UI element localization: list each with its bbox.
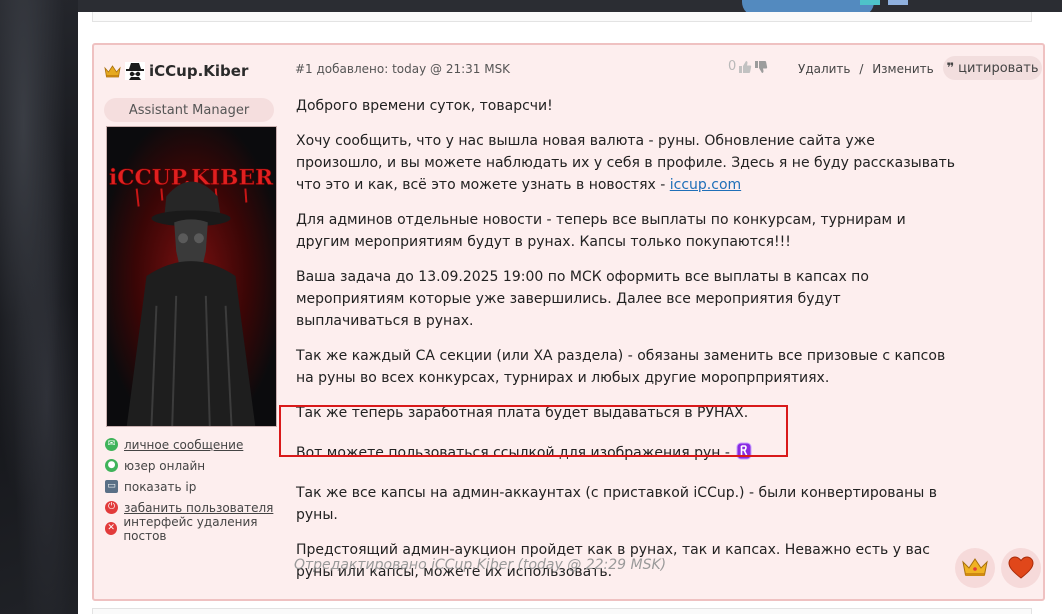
author-name[interactable]: iCCup.Kiber: [149, 62, 248, 80]
paragraph: Так же все капсы на админ-аккаунтах (с п…: [296, 485, 938, 523]
post-admin-links: Удалить / Изменить: [798, 62, 934, 76]
spy-icon: [125, 62, 145, 80]
delete-posts-interface-link[interactable]: ✕ интерфейс удаления постов: [105, 515, 295, 543]
previous-post: [92, 12, 1032, 22]
show-ip-link[interactable]: ▭ показать ip: [105, 476, 295, 497]
thumbs-down-icon[interactable]: [754, 60, 768, 74]
top-navbar: [78, 0, 1062, 12]
paragraph: Так же каждый СА секции (или ХА раздела)…: [296, 348, 946, 386]
next-post: [92, 608, 1032, 614]
reaction-heart-button[interactable]: [1001, 548, 1041, 588]
paragraph: Хочу сообщить, что у нас вышла новая вал…: [296, 133, 955, 193]
heart-icon: [1008, 556, 1034, 579]
delete-link[interactable]: Удалить: [798, 62, 851, 76]
thumbs-up-icon[interactable]: [738, 60, 752, 74]
monitor-icon: ▭: [105, 480, 118, 493]
private-message-link[interactable]: ✉ личное сообщение: [105, 434, 295, 455]
mail-icon: ✉: [105, 438, 118, 451]
edited-note: Отредактировано iCCup.Kiber (today @ 22:…: [294, 557, 667, 573]
news-link[interactable]: iccup.com: [670, 177, 741, 193]
vote-count: 0: [728, 59, 737, 74]
background-artwork: [0, 0, 78, 614]
avatar: iCCUP.KIBER: [106, 126, 277, 427]
power-icon: ⏻: [105, 501, 118, 514]
crown-icon: [104, 64, 121, 77]
online-icon: ●: [105, 459, 118, 472]
author-line: iCCup.Kiber: [104, 61, 248, 81]
crown-icon: [962, 558, 988, 576]
vote-controls: 0: [728, 59, 768, 74]
quote-icon: ❞: [946, 60, 955, 76]
post-meta: #1 добавлено: today @ 21:31 MSK: [295, 62, 511, 76]
author-role-badge: Assistant Manager: [104, 98, 274, 122]
quote-button[interactable]: ❞ цитировать: [943, 56, 1042, 80]
paragraph: Для админов отдельные новости - теперь в…: [296, 212, 906, 250]
paragraph: Ваша задача до 13.09.2025 19:00 по МСК о…: [296, 269, 869, 329]
link-separator: /: [859, 62, 864, 76]
post-body: Доброго времени суток, товарсчи! Хочу со…: [296, 95, 956, 596]
navbar-icon-2[interactable]: [888, 0, 908, 5]
forum-content: iCCup.Kiber Assistant Manager iCCUP.KIBE…: [78, 12, 1062, 614]
forum-post: iCCup.Kiber Assistant Manager iCCUP.KIBE…: [92, 43, 1045, 601]
user-actions: ✉ личное сообщение ● юзер онлайн ▭ показ…: [105, 434, 295, 543]
reaction-crown-button[interactable]: [955, 548, 995, 588]
paragraph: Доброго времени суток, товарсчи!: [296, 98, 553, 114]
navbar-icon-1[interactable]: [860, 0, 880, 5]
delete-icon: ✕: [105, 522, 118, 535]
highlight-annotation: [279, 405, 788, 457]
edit-link[interactable]: Изменить: [872, 62, 934, 76]
user-online-status: ● юзер онлайн: [105, 455, 295, 476]
